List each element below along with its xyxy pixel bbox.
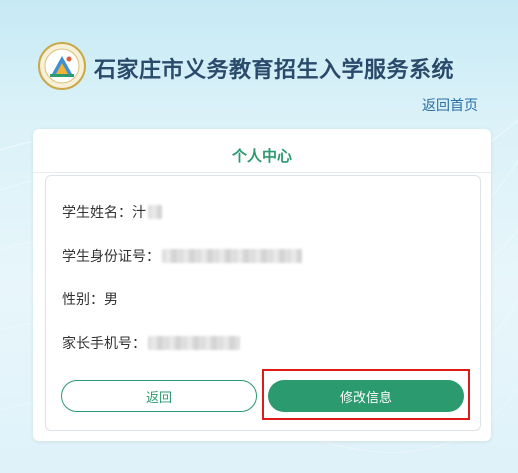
parent-phone-redacted bbox=[148, 336, 240, 350]
back-button[interactable]: 返回 bbox=[61, 380, 257, 412]
gender-label: 性别： bbox=[62, 292, 104, 308]
parent-phone-label: 家长手机号： bbox=[62, 336, 146, 352]
student-name-redacted bbox=[148, 205, 162, 219]
gender-value: 男 bbox=[104, 292, 118, 308]
student-id-row: 学生身份证号： bbox=[62, 246, 302, 266]
parent-phone-row: 家长手机号： bbox=[62, 333, 240, 353]
personal-center-card: 个人中心 学生姓名： 汁 学生身份证号： 性别： 男 家长手机号： 返回 修改信… bbox=[33, 129, 491, 441]
student-id-redacted bbox=[162, 249, 302, 263]
school-emblem-icon bbox=[38, 42, 86, 90]
student-name-row: 学生姓名： 汁 bbox=[62, 202, 162, 222]
student-name-label: 学生姓名： bbox=[62, 205, 132, 221]
back-home-link[interactable]: 返回首页 bbox=[422, 95, 478, 115]
edit-info-button[interactable]: 修改信息 bbox=[268, 380, 464, 412]
student-name-value: 汁 bbox=[132, 205, 146, 221]
student-id-label: 学生身份证号： bbox=[62, 249, 160, 265]
gender-row: 性别： 男 bbox=[62, 289, 118, 309]
card-title: 个人中心 bbox=[231, 147, 292, 165]
header: 石家庄市义务教育招生入学服务系统 返回首页 bbox=[0, 0, 518, 120]
divider bbox=[33, 172, 491, 173]
site-title: 石家庄市义务教育招生入学服务系统 bbox=[94, 58, 455, 83]
